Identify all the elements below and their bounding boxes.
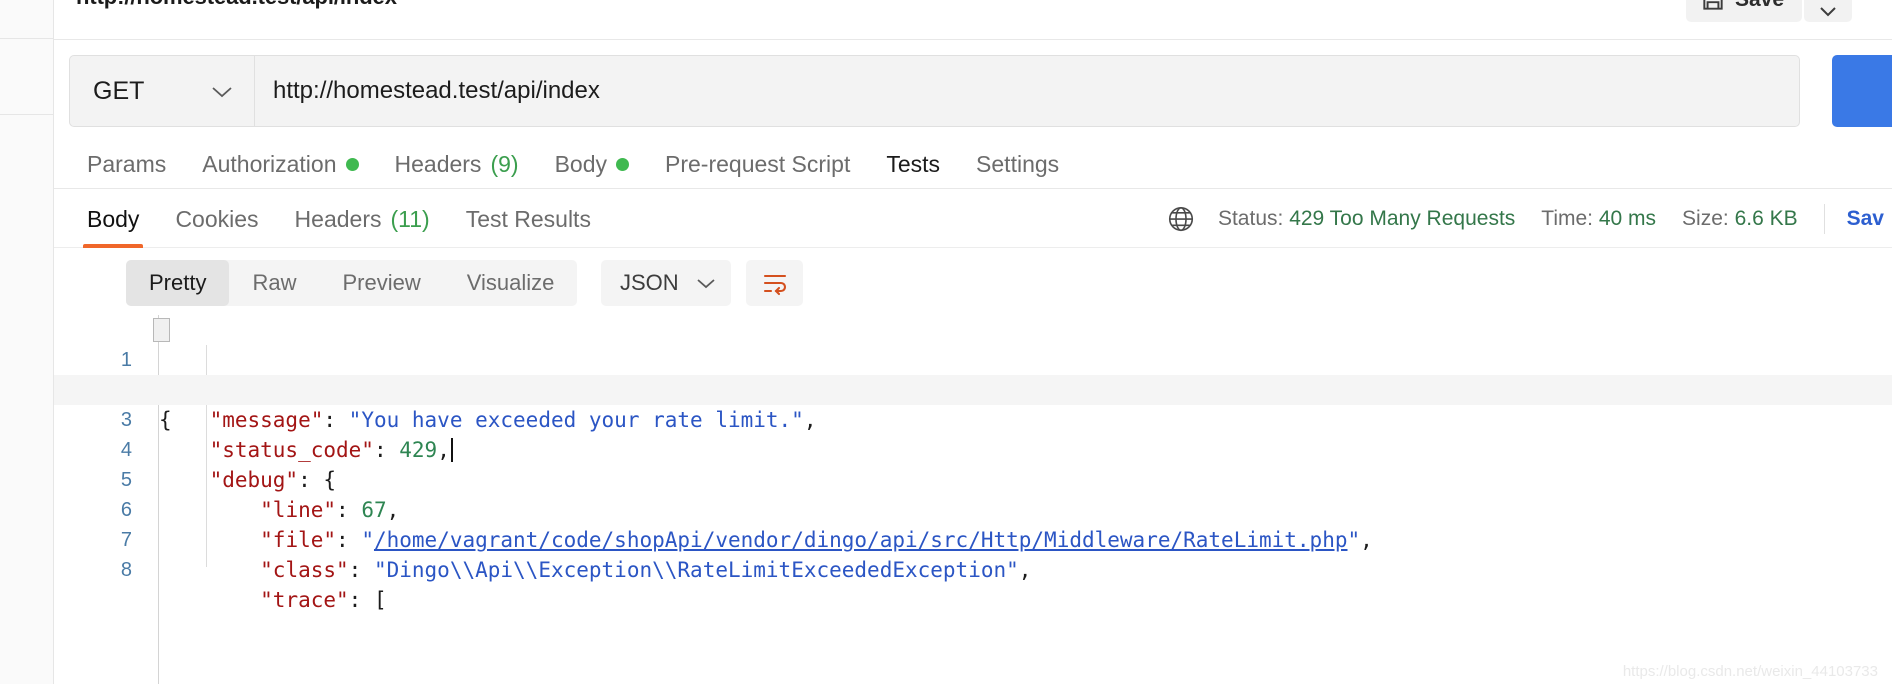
meta-divider xyxy=(1823,204,1825,234)
status-badge: Status: 429 Too Many Requests xyxy=(1218,207,1515,231)
tab-settings-label: Settings xyxy=(976,151,1060,177)
tab-pre-request-script[interactable]: Pre-request Script xyxy=(647,151,868,178)
code-text: "trace": [ xyxy=(159,585,387,615)
url-input[interactable]: http://homestead.test/api/index xyxy=(254,55,1800,127)
watermark: https://blog.csdn.net/weixin_44103733 xyxy=(1622,663,1878,680)
code-line: 8 "trace": [ xyxy=(54,525,1892,612)
status-value: 429 Too Many Requests xyxy=(1289,207,1516,230)
response-body-json[interactable]: 1 { 2 "message": "You have exceeded your… xyxy=(54,315,1892,684)
tab-authorization[interactable]: Authorization xyxy=(184,151,376,178)
request-tabs: Params Authorization Headers (9) Body Pr… xyxy=(54,141,1892,189)
view-mode-group: Pretty Raw Preview Visualize xyxy=(126,260,578,306)
response-tab-headers-count: (11) xyxy=(390,205,430,232)
json-sep: : xyxy=(348,558,374,582)
request-title: http://homestead.test/api/index xyxy=(76,0,397,10)
tab-body[interactable]: Body xyxy=(537,151,647,178)
code-line: 4 "debug": { xyxy=(54,405,1892,492)
code-line: 7 "class": "Dingo\\Api\\Exception\\RateL… xyxy=(54,495,1892,582)
time-badge: Time: 40 ms xyxy=(1541,207,1656,231)
view-mode-pretty[interactable]: Pretty xyxy=(126,260,230,306)
save-button[interactable]: Save xyxy=(1685,0,1802,22)
response-format-label: JSON xyxy=(620,270,679,295)
request-header-bar: http://homestead.test/api/index Save xyxy=(54,0,1892,40)
response-format-select[interactable]: JSON xyxy=(601,260,731,306)
rail-divider-2 xyxy=(0,114,54,115)
tab-tests[interactable]: Tests xyxy=(868,151,958,178)
wrap-text-icon xyxy=(763,274,786,296)
tab-params[interactable]: Params xyxy=(69,151,184,178)
response-tab-headers-label: Headers xyxy=(294,205,382,232)
view-mode-preview-label: Preview xyxy=(342,270,421,295)
chevron-down-icon xyxy=(1820,7,1836,17)
response-tab-cookies[interactable]: Cookies xyxy=(157,190,276,248)
tab-headers-count: (9) xyxy=(490,151,519,177)
line-number: 8 xyxy=(120,559,132,581)
floppy-disk-icon xyxy=(1703,0,1723,10)
authorization-status-dot xyxy=(345,158,359,171)
view-mode-raw-label: Raw xyxy=(252,270,297,295)
url-bar-row: GET http://homestead.test/api/index xyxy=(54,41,1892,141)
json-comma: , xyxy=(1018,558,1032,582)
view-mode-raw[interactable]: Raw xyxy=(229,260,319,306)
tab-pre-request-script-label: Pre-request Script xyxy=(665,151,851,177)
response-meta: Status: 429 Too Many Requests Time: 40 m… xyxy=(1166,190,1892,248)
response-tabs: Body Cookies Headers (11) Test Results xyxy=(69,190,609,248)
response-viewer-toolbar: Pretty Raw Preview Visualize JSON xyxy=(54,249,1892,315)
tab-authorization-label: Authorization xyxy=(202,151,337,177)
response-tab-headers[interactable]: Headers (11) xyxy=(277,190,448,248)
response-tab-body-label: Body xyxy=(87,205,140,232)
json-bracket: [ xyxy=(373,588,387,612)
code-line: 6 "file": "/home/vagrant/code/shopApi/ve… xyxy=(54,465,1892,552)
send-button[interactable] xyxy=(1832,55,1892,127)
tab-tests-label: Tests xyxy=(886,151,941,177)
tab-settings[interactable]: Settings xyxy=(958,151,1077,178)
tab-body-label: Body xyxy=(554,151,607,177)
response-tab-test-results-label: Test Results xyxy=(465,205,591,232)
method-select[interactable]: GET xyxy=(69,55,254,127)
time-value: 40 ms xyxy=(1598,207,1657,230)
globe-icon[interactable] xyxy=(1166,204,1196,234)
chevron-down-icon xyxy=(697,279,715,289)
json-key: "class" xyxy=(260,558,349,582)
tab-headers[interactable]: Headers (9) xyxy=(377,151,537,178)
response-tab-cookies-label: Cookies xyxy=(175,205,259,232)
wrap-lines-button[interactable] xyxy=(746,260,803,306)
json-key: "trace" xyxy=(260,588,349,612)
method-label: GET xyxy=(93,76,145,105)
rail-divider-1 xyxy=(0,38,54,39)
size-badge: Size: 6.6 KB xyxy=(1682,207,1798,231)
response-tab-body[interactable]: Body xyxy=(69,190,157,248)
view-mode-preview[interactable]: Preview xyxy=(319,260,443,306)
code-text: "class": "Dingo\\Api\\Exception\\RateLim… xyxy=(159,555,1031,585)
view-mode-visualize-label: Visualize xyxy=(466,270,555,295)
response-tab-test-results[interactable]: Test Results xyxy=(448,190,609,248)
body-status-dot xyxy=(616,158,629,171)
json-string-value: "Dingo\\Api\\Exception\\RateLimitExceede… xyxy=(373,558,1019,582)
time-label: Time: xyxy=(1541,207,1594,230)
code-line: 3 "status_code": 429, xyxy=(54,375,1892,462)
code-line: 5 "line": 67, xyxy=(54,435,1892,522)
tab-params-label: Params xyxy=(87,151,167,177)
save-response-button[interactable]: Sav xyxy=(1847,207,1884,231)
code-line: 2 "message": "You have exceeded your rat… xyxy=(54,345,1892,432)
status-label: Status: xyxy=(1217,207,1284,230)
view-mode-pretty-label: Pretty xyxy=(149,270,207,295)
tab-headers-label: Headers xyxy=(394,151,482,177)
size-value: 6.6 KB xyxy=(1734,207,1798,230)
code-line: 1 { xyxy=(54,315,1892,432)
save-button-label: Save xyxy=(1735,0,1784,12)
response-header-row: Body Cookies Headers (11) Test Results S… xyxy=(54,190,1892,248)
chevron-down-icon xyxy=(212,86,232,97)
save-options-button[interactable] xyxy=(1804,0,1852,22)
url-input-value: http://homestead.test/api/index xyxy=(273,77,600,104)
fold-toggle[interactable] xyxy=(153,318,170,342)
json-sep: : xyxy=(348,588,374,612)
left-sidebar-rail xyxy=(0,0,54,684)
view-mode-visualize[interactable]: Visualize xyxy=(444,260,578,306)
size-label: Size: xyxy=(1682,207,1729,230)
postman-window: http://homestead.test/api/index Save GET… xyxy=(0,0,1892,684)
